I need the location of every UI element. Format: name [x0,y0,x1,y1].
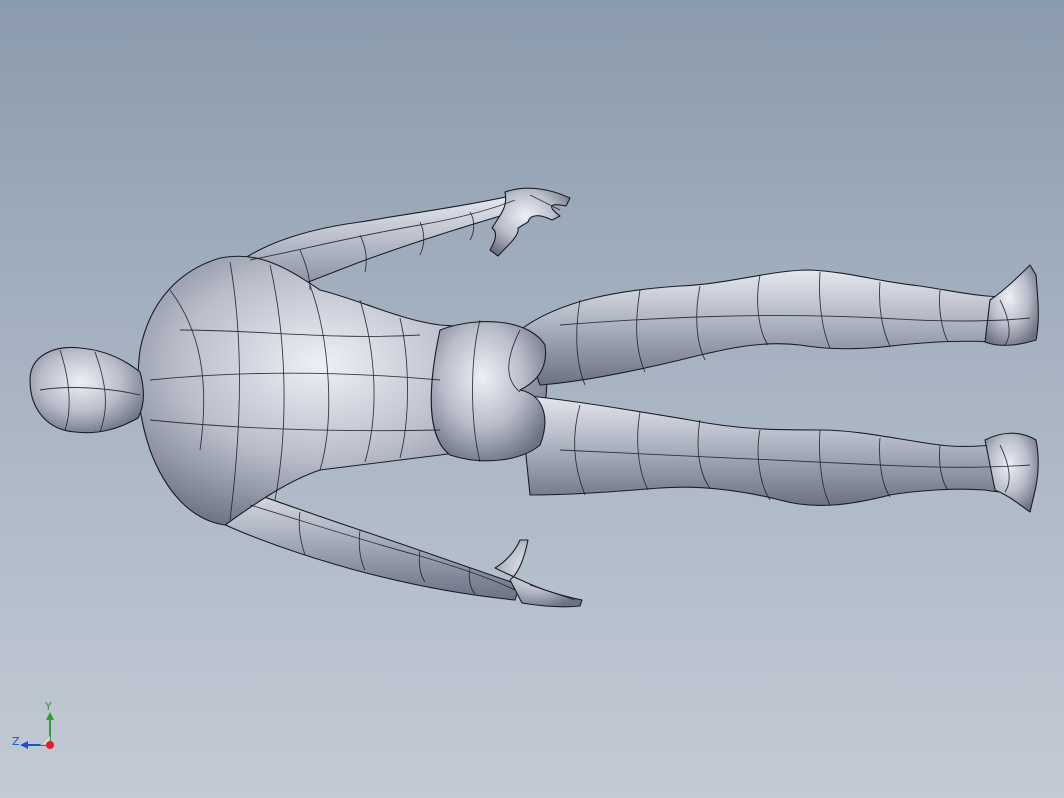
lower-right-foot [984,432,1039,513]
y-axis-label: Y [45,700,52,713]
upper-left-leg [519,269,1038,386]
coordinate-triad: Y Z [8,698,68,758]
lower-right-leg [519,394,1039,506]
z-axis-label: Z [12,735,20,748]
human-body-model[interactable] [0,0,1064,798]
3d-viewport[interactable]: Y Z [0,0,1064,798]
triad-axes [20,712,54,749]
head [29,346,145,434]
x-axis-origin-dot [46,741,54,749]
upper-left-foot [984,264,1039,346]
